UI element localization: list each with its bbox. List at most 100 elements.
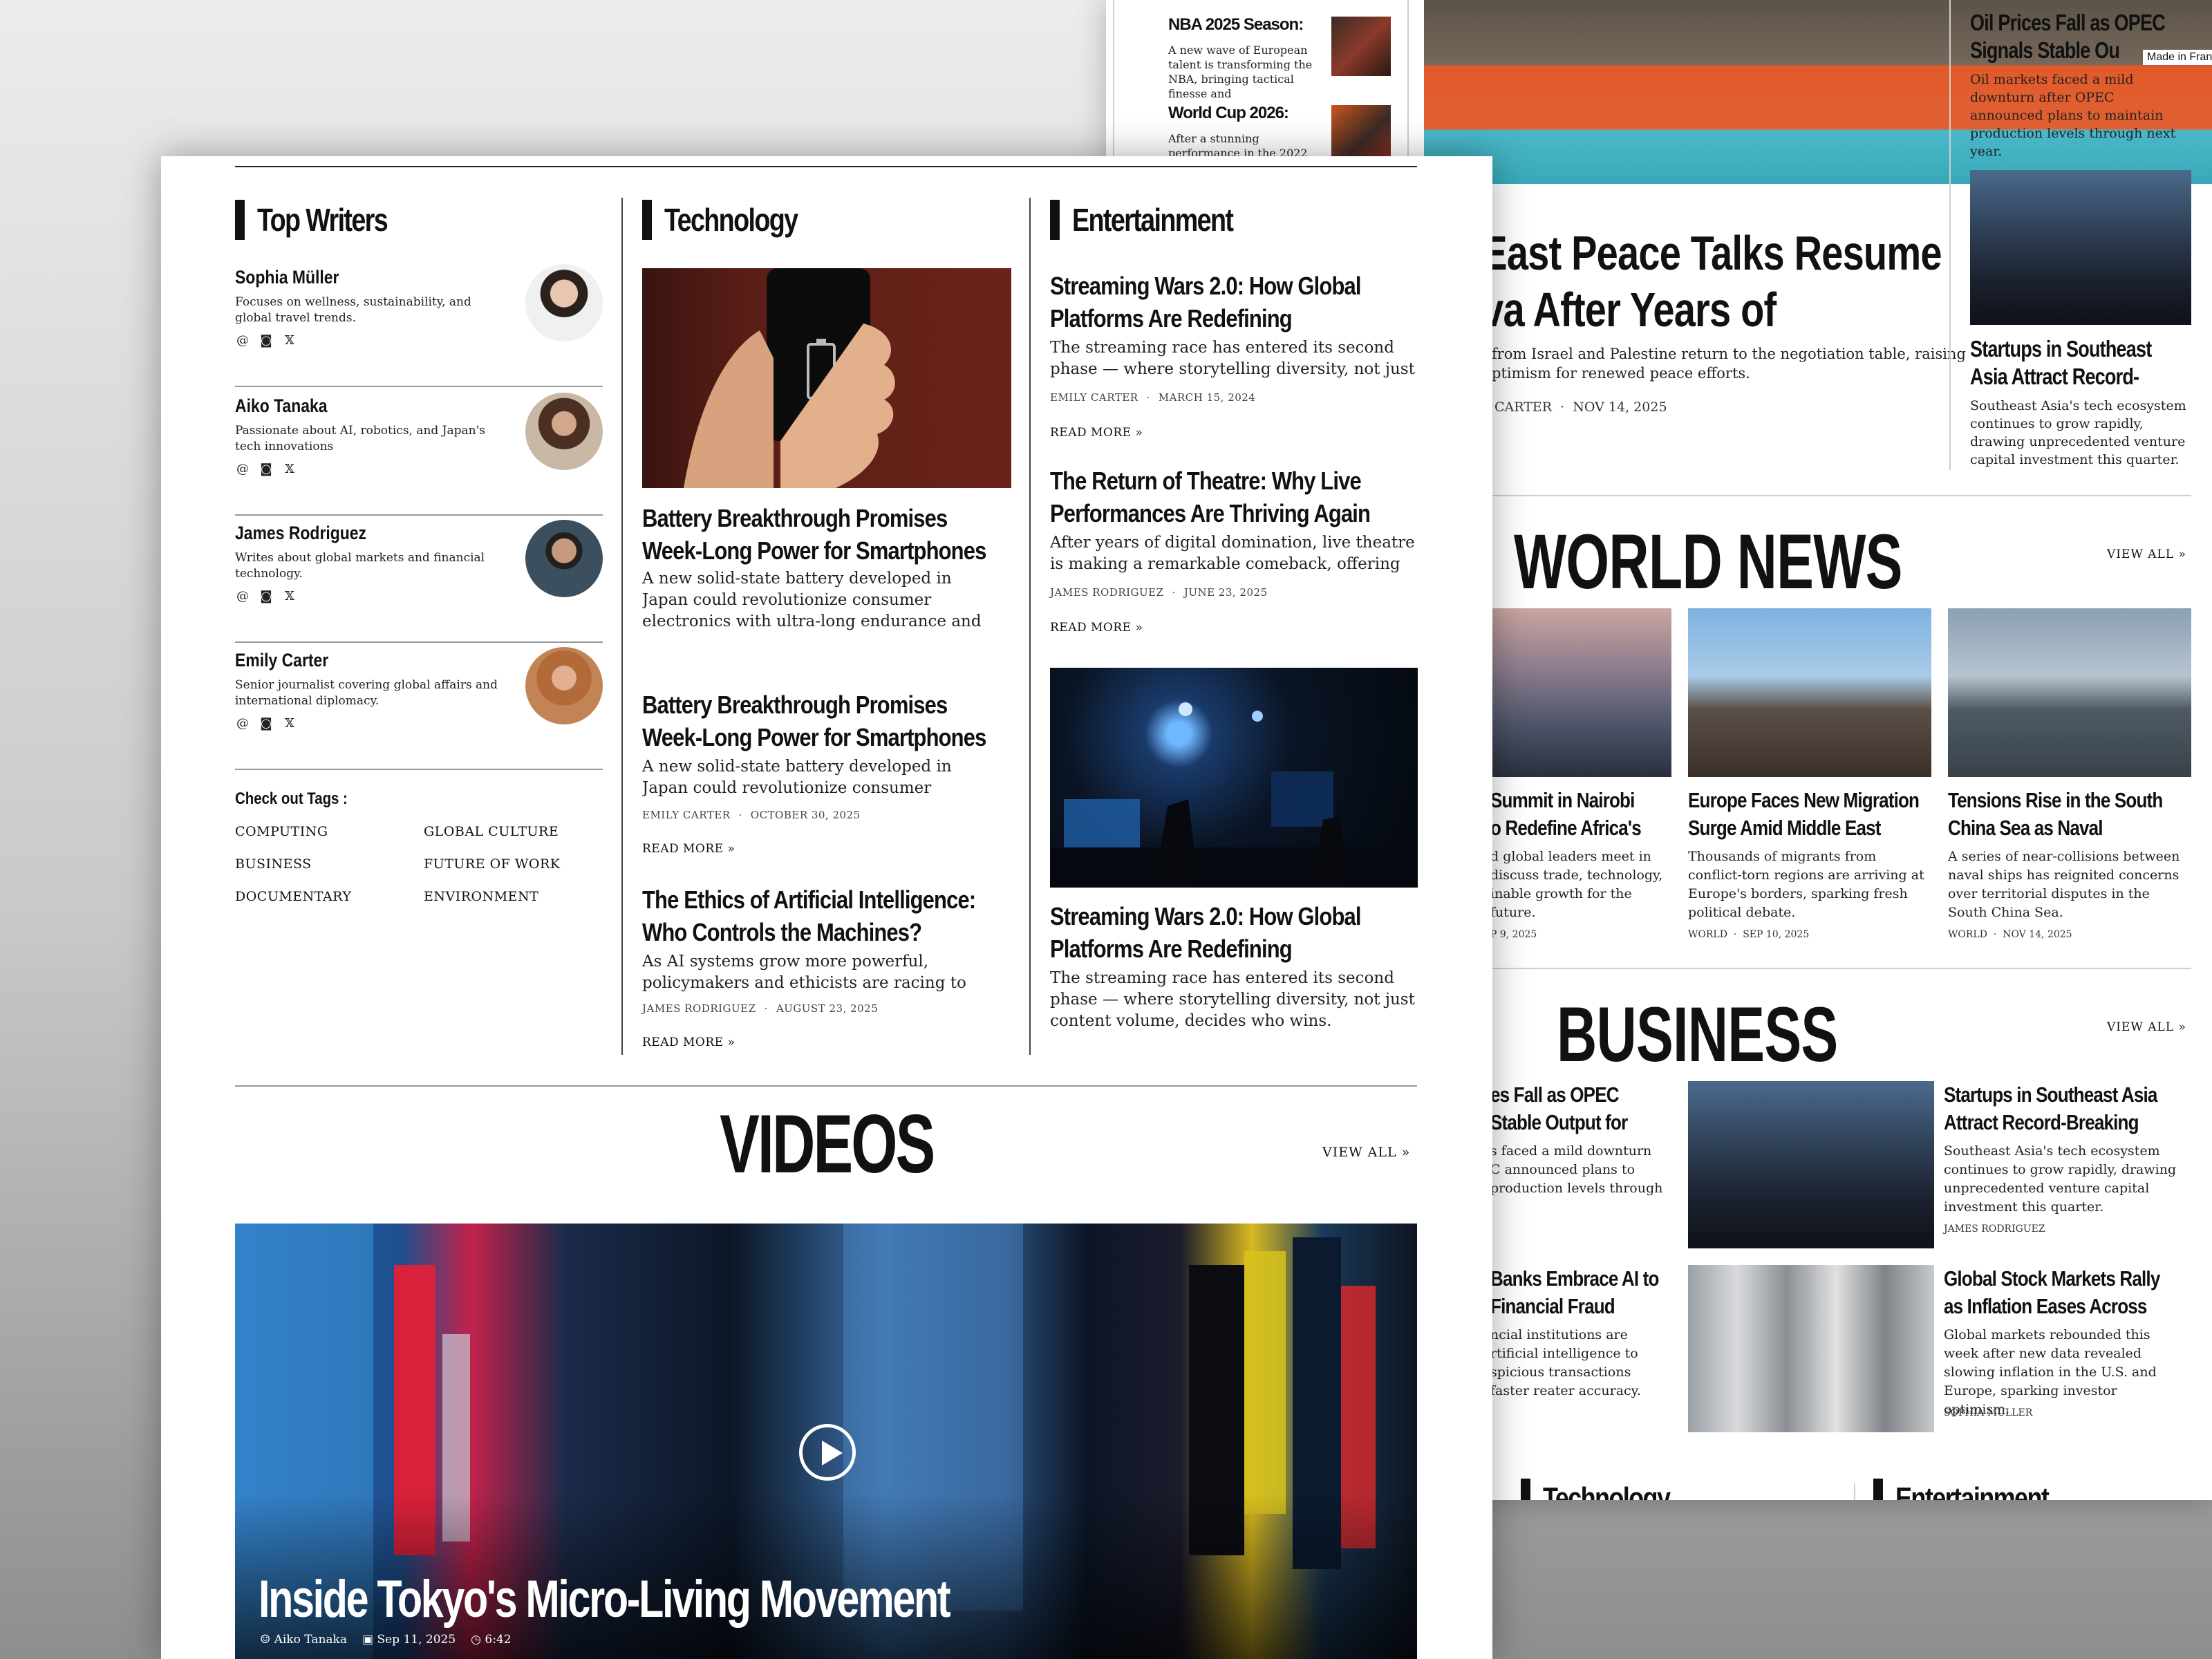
side-title-line[interactable]: Startups in Southeast [1970,336,2152,362]
threads-icon[interactable]: @ [235,462,250,477]
writer-card[interactable]: Emily Carter Senior journalist covering … [235,644,603,770]
instagram-icon[interactable]: ◙ [259,716,274,731]
avatar[interactable] [525,520,603,597]
view-all-label: VIEW ALL [1322,1145,1397,1160]
tag-link[interactable]: DOCUMENTARY [235,889,351,904]
writer-name[interactable]: James Rodriguez [235,523,366,544]
world-news-title-line[interactable]: o Redefine Africa's [1490,816,1642,841]
business-image[interactable] [1688,1265,1934,1432]
business-title-line[interactable]: es Fall as OPEC [1490,1082,1620,1107]
tag-link[interactable]: BUSINESS [235,856,312,872]
read-more-link[interactable]: READ MORE » [642,1035,735,1049]
tag-link[interactable]: COMPUTING [235,824,328,839]
divider [1417,495,2191,496]
video-title[interactable]: Inside Tokyo's Micro-Living Movement [259,1569,951,1629]
instagram-icon[interactable]: ◙ [259,589,274,604]
business-title-line[interactable]: Stable Output for [1490,1110,1628,1135]
featured-article-image[interactable] [1050,668,1418,888]
article-author[interactable]: EMILY CARTER [1050,391,1138,404]
x-icon[interactable]: 𝕏 [282,716,297,731]
world-news-category[interactable]: WORLD [1688,929,1727,940]
video-author[interactable]: ☺ Aiko Tanaka [260,1633,347,1647]
videos-view-all[interactable]: VIEW ALL » [1322,1145,1410,1160]
world-news-title-line[interactable]: Summit in Nairobi [1490,788,1635,813]
featured-article-excerpt: A new solid-state battery developed in J… [642,570,982,635]
side-image[interactable] [1970,170,2191,325]
article-title[interactable]: Battery Breakthrough Promises Week-Long P… [642,688,1042,753]
threads-icon[interactable]: @ [235,333,250,348]
world-news-category[interactable]: WORLD [1948,929,1987,940]
world-news-title-line[interactable]: Tensions Rise in the South [1948,788,2163,813]
sports-title[interactable]: World Cup 2026: [1168,104,1289,123]
tag-link[interactable]: GLOBAL CULTURE [424,824,559,839]
sports-title[interactable]: NBA 2025 Season: [1168,15,1304,35]
avatar[interactable] [525,647,603,724]
writer-name[interactable]: Emily Carter [235,650,328,671]
x-icon[interactable]: 𝕏 [282,462,297,477]
tag-link[interactable]: ENVIRONMENT [424,889,538,904]
threads-icon[interactable]: @ [235,716,250,731]
instagram-icon[interactable]: ◙ [259,333,274,348]
read-more-link[interactable]: READ MORE » [1050,621,1143,635]
world-news-view-all[interactable]: VIEW ALL » [2107,547,2186,561]
tag-link[interactable]: FUTURE OF WORK [424,856,561,872]
x-icon[interactable]: 𝕏 [282,589,297,604]
featured-article-title[interactable]: Streaming Wars 2.0: How Global Platforms … [1050,900,1412,965]
read-more-link[interactable]: READ MORE » [1050,426,1143,440]
writer-name[interactable]: Sophia Müller [235,267,339,288]
play-button[interactable] [799,1424,856,1481]
business-title-line[interactable]: Financial Fraud [1490,1294,1615,1319]
avatar[interactable] [525,264,603,341]
business-title-line[interactable]: as Inflation Eases Across [1944,1294,2147,1319]
instagram-icon[interactable]: ◙ [259,462,274,477]
sports-thumbnail[interactable] [1331,17,1391,76]
writer-name[interactable]: Aiko Tanaka [235,395,328,417]
calendar-icon: ▣ [362,1633,374,1647]
sports-thumbnail[interactable] [1331,105,1391,159]
article-date: MARCH 15, 2024 [1158,391,1256,404]
article-title[interactable]: Streaming Wars 2.0: How Global Platforms … [1050,270,1412,335]
business-author[interactable]: SOPHIA MÜLLER [1944,1407,2032,1418]
article-author[interactable]: JAMES RODRIGUEZ [1050,586,1164,599]
business-title-line[interactable]: Attract Record-Breaking [1944,1110,2139,1135]
article-title[interactable]: The Return of Theatre: Why Live Performan… [1050,465,1422,529]
article-title[interactable]: The Ethics of Artificial Intelligence: Wh… [642,883,1030,948]
article-author[interactable]: EMILY CARTER [642,809,731,821]
business-view-all[interactable]: VIEW ALL » [2107,1020,2186,1034]
threads-icon[interactable]: @ [235,589,250,604]
title-line: Streaming Wars 2.0: How Global [1050,902,1361,930]
business-author[interactable]: JAMES RODRIGUEZ [1944,1224,2045,1235]
article-excerpt: The streaming race has entered its secon… [1050,339,1415,378]
side-title-line[interactable]: Oil Prices Fall as OPEC [1970,10,2166,36]
world-news-title-line[interactable]: Europe Faces New Migration [1688,788,1920,813]
writer-card[interactable]: Aiko Tanaka Passionate about AI, robotic… [235,390,603,516]
business-image[interactable] [1688,1081,1934,1248]
side-title-line[interactable]: Asia Attract Record- [1970,364,2139,390]
side-title-line[interactable]: Signals Stable Ou [1970,37,2120,64]
top-writers-title: Top Writers [257,202,388,238]
world-news-title-line[interactable]: Surge Amid Middle East [1688,816,1881,841]
writer-card[interactable]: James Rodriguez Writes about global mark… [235,517,603,643]
x-icon[interactable]: 𝕏 [282,333,297,348]
videos-title-text: VIDEOS [720,1098,935,1190]
business-title-line[interactable]: Startups in Southeast Asia [1944,1082,2157,1107]
hero-title-line[interactable]: dle East Peace Talks Resume [1417,225,1942,281]
hero-author[interactable]: CARTER [1494,400,1552,415]
business-title-line[interactable]: Banks Embrace AI to [1490,1266,1659,1291]
featured-video[interactable]: Inside Tokyo's Micro-Living Movement ☺ A… [235,1224,1417,1659]
article-author[interactable]: JAMES RODRIGUEZ [642,1002,756,1015]
avatar[interactable] [525,393,603,470]
world-news-title-line[interactable]: China Sea as Naval [1948,816,2103,841]
featured-article-image[interactable] [642,268,1011,488]
read-more-link[interactable]: READ MORE » [642,842,735,856]
made-in-badge[interactable]: Made in Fran [2143,50,2212,65]
writer-card[interactable]: Sophia Müller Focuses on wellness, susta… [235,261,603,387]
world-news-image[interactable] [1948,608,2191,777]
featured-article-title[interactable]: Battery Breakthrough Promises Week-Long P… [642,502,1042,567]
section-title: Entertainment [1895,1481,2050,1500]
writer-bio: Senior journalist covering global affair… [235,678,498,708]
business-title-line[interactable]: Global Stock Markets Rally [1944,1266,2160,1291]
section-bar [1521,1479,1530,1500]
title-line: Week-Long Power for Smartphones [642,723,986,751]
world-news-image[interactable] [1688,608,1931,777]
